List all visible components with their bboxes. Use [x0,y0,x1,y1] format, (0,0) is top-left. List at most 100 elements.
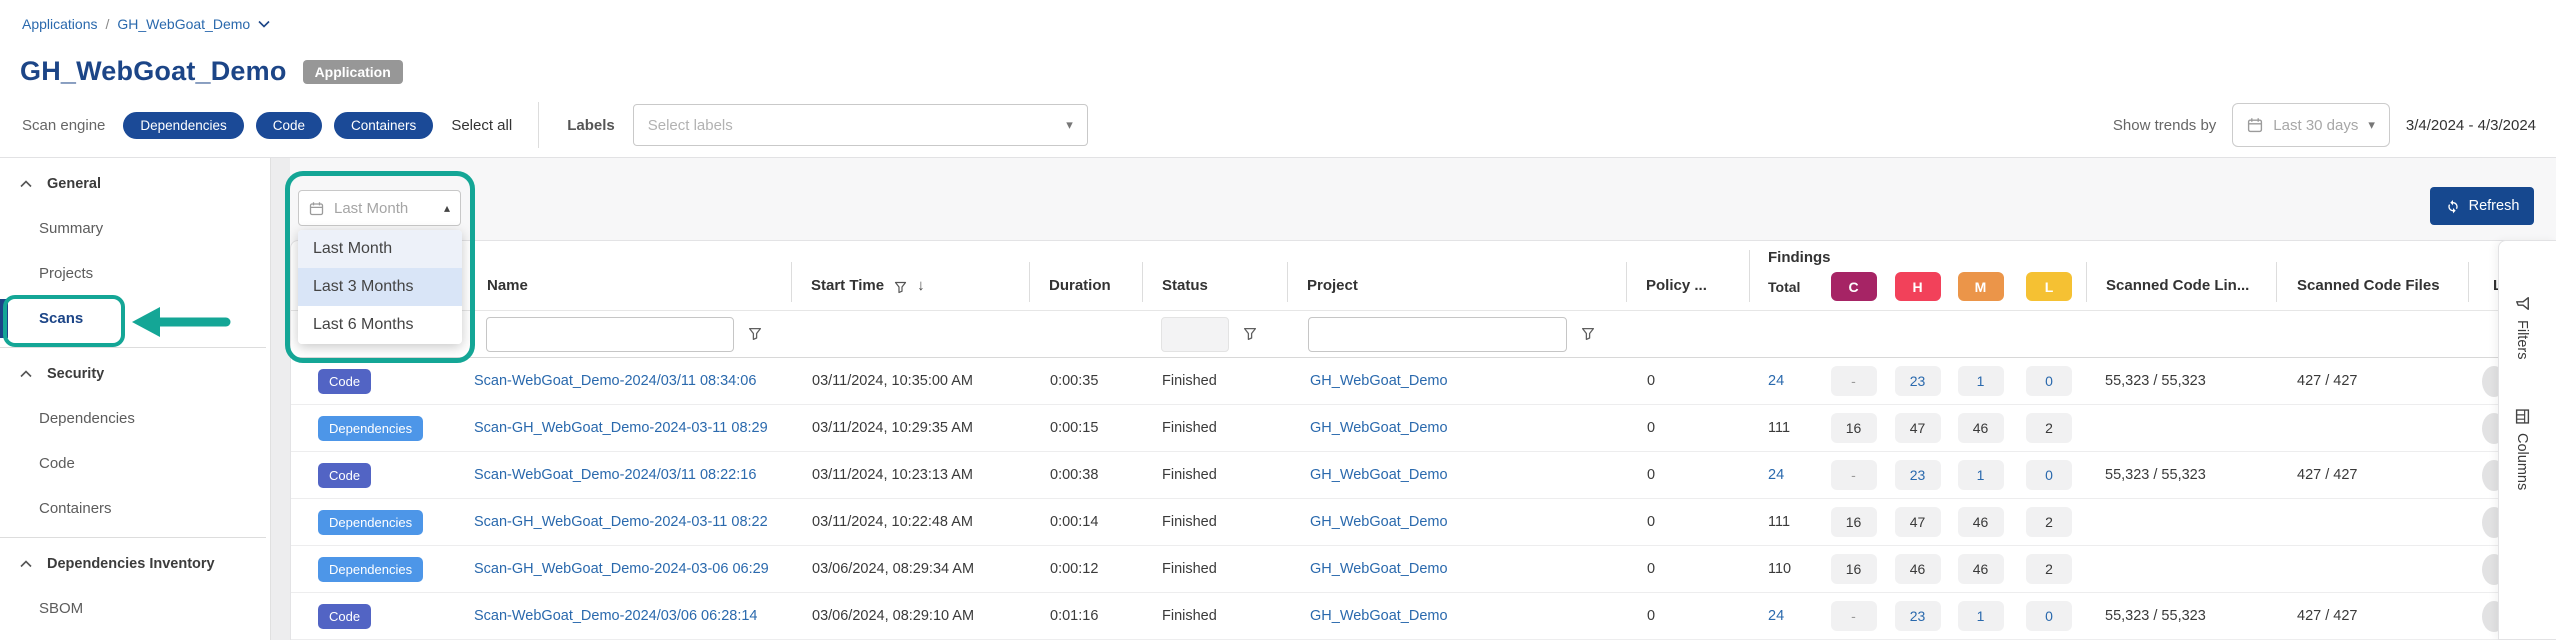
column-header-name[interactable]: Name [474,241,791,310]
finding-chip-low[interactable]: 2 [2026,413,2072,443]
findings-total-value[interactable]: 24 [1768,608,1784,624]
findings-total-value[interactable]: 110 [1768,561,1791,577]
finding-chip-low[interactable]: 2 [2026,507,2072,537]
labels-select[interactable]: Select labels ▾ [633,104,1088,146]
finding-chip-medium[interactable]: 1 [1958,460,2004,490]
finding-chip-high[interactable]: 23 [1895,601,1941,631]
name-filter-input[interactable] [486,317,734,352]
finding-chip-medium[interactable]: 1 [1958,601,2004,631]
tab-columns[interactable]: Columns [2514,409,2530,490]
trends-value: Last 30 days [2273,117,2358,134]
sidebar-section-security: Security Dependencies Code Containers [0,348,270,538]
table-header-row: Name Start Time ↓ Duration Status Projec… [291,241,2504,311]
caret-up-icon: ▴ [444,201,450,215]
finding-chip-critical[interactable]: - [1831,460,1877,490]
finding-chip-medium[interactable]: 46 [1958,507,2004,537]
sort-desc-icon[interactable]: ↓ [917,277,925,294]
project-link[interactable]: GH_WebGoat_Demo [1310,467,1448,483]
table-row: Code Scan-WebGoat_Demo-2024/03/06 06:28:… [291,593,2504,640]
sidebar-section-security-header[interactable]: Security [0,350,270,396]
sidebar-item-code[interactable]: Code [0,441,270,486]
status-filter-select[interactable] [1161,317,1229,352]
project-link[interactable]: GH_WebGoat_Demo [1310,608,1448,624]
project-link[interactable]: GH_WebGoat_Demo [1310,420,1448,436]
finding-chip-critical[interactable]: 16 [1831,507,1877,537]
sidebar-item-projects[interactable]: Projects [0,251,270,296]
engine-pill-containers[interactable]: Containers [334,112,433,139]
time-range-trigger[interactable]: Last Month ▴ [298,190,461,226]
finding-chip-medium[interactable]: 46 [1958,413,2004,443]
breadcrumb-current-link[interactable]: GH_WebGoat_Demo [117,16,250,32]
findings-total-label: Total [1749,279,1821,295]
calendar-icon [309,201,324,216]
filter-funnel-icon[interactable] [1243,327,1257,341]
sidebar-item-containers[interactable]: Containers [0,486,270,531]
column-header-start-time[interactable]: Start Time ↓ [791,241,1029,310]
column-header-status[interactable]: Status [1142,241,1287,310]
findings-total-value[interactable]: 24 [1768,467,1784,483]
project-link[interactable]: GH_WebGoat_Demo [1310,373,1448,389]
severity-badge-m: M [1958,272,2004,301]
scan-name-link[interactable]: Scan-WebGoat_Demo-2024/03/11 08:34:06 [474,373,756,389]
project-link[interactable]: GH_WebGoat_Demo [1310,561,1448,577]
finding-chip-low[interactable]: 0 [2026,366,2072,396]
finding-chip-low[interactable]: 0 [2026,601,2072,631]
finding-chip-medium[interactable]: 46 [1958,554,2004,584]
column-header-project[interactable]: Project [1287,241,1626,310]
sidebar-item-dependencies[interactable]: Dependencies [0,396,270,441]
finding-chip-critical[interactable]: - [1831,366,1877,396]
findings-total-value[interactable]: 24 [1768,373,1784,389]
finding-chip-critical[interactable]: - [1831,601,1877,631]
select-all-link[interactable]: Select all [451,117,512,134]
finding-chip-high[interactable]: 47 [1895,507,1941,537]
column-header-duration[interactable]: Duration [1029,241,1142,310]
trends-period-dropdown[interactable]: Last 30 days ▾ [2232,103,2390,147]
findings-total-value[interactable]: 111 [1768,420,1790,436]
finding-chip-critical[interactable]: 16 [1831,554,1877,584]
sidebar-item-summary[interactable]: Summary [0,206,270,251]
tab-filters[interactable]: Filters [2514,296,2530,359]
finding-chip-high[interactable]: 46 [1895,554,1941,584]
duration-cell: 0:01:16 [1029,608,1142,624]
scan-name-link[interactable]: Scan-WebGoat_Demo-2024/03/11 08:22:16 [474,467,756,483]
time-range-option[interactable]: Last 3 Months [298,268,462,306]
engine-pill-code[interactable]: Code [256,112,322,139]
scan-name-link[interactable]: Scan-GH_WebGoat_Demo-2024-03-11 08:22 [474,514,768,530]
sidebar-section-dependencies-inventory-header[interactable]: Dependencies Inventory [0,540,270,586]
filter-funnel-icon[interactable] [1581,327,1595,341]
finding-chip-high[interactable]: 23 [1895,366,1941,396]
findings-total-value[interactable]: 111 [1768,514,1790,530]
engine-pill-dependencies[interactable]: Dependencies [123,112,243,139]
finding-chip-medium[interactable]: 1 [1958,366,2004,396]
breadcrumb-applications-link[interactable]: Applications [22,16,98,32]
finding-chip-critical[interactable]: 16 [1831,413,1877,443]
chevron-down-icon[interactable] [258,20,270,28]
caret-down-icon: ▾ [1066,117,1073,133]
labels-label: Labels [567,117,615,134]
project-link[interactable]: GH_WebGoat_Demo [1310,514,1448,530]
sidebar-section-general-header[interactable]: General [0,160,270,206]
project-filter-input[interactable] [1308,317,1567,352]
duration-cell: 0:00:38 [1029,467,1142,483]
column-header-policy[interactable]: Policy ... [1626,241,1749,310]
filter-funnel-icon [2515,296,2530,311]
finding-chip-low[interactable]: 2 [2026,554,2072,584]
time-range-option[interactable]: Last 6 Months [298,306,462,344]
sidebar-item-scans[interactable]: Scans [0,296,270,341]
finding-chip-high[interactable]: 23 [1895,460,1941,490]
filter-bar-divider [538,102,539,148]
sidebar-splitter[interactable] [270,158,290,640]
sidebar-item-sbom[interactable]: SBOM [0,586,270,631]
scan-name-link[interactable]: Scan-WebGoat_Demo-2024/03/06 06:28:14 [474,608,757,624]
table-row: Code Scan-WebGoat_Demo-2024/03/11 08:22:… [291,452,2504,499]
time-range-option[interactable]: Last Month [298,230,462,268]
finding-chip-low[interactable]: 0 [2026,460,2072,490]
scan-name-link[interactable]: Scan-GH_WebGoat_Demo-2024-03-11 08:29 [474,420,768,436]
finding-chip-high[interactable]: 47 [1895,413,1941,443]
filter-funnel-icon[interactable] [748,327,762,341]
filter-funnel-icon[interactable] [894,281,907,294]
column-header-scanned-files[interactable]: Scanned Code Files [2276,241,2468,310]
refresh-button[interactable]: Refresh [2430,187,2534,225]
column-header-scanned-lines[interactable]: Scanned Code Lin... [2086,241,2276,310]
scan-name-link[interactable]: Scan-GH_WebGoat_Demo-2024-03-06 06:29 [474,561,769,577]
